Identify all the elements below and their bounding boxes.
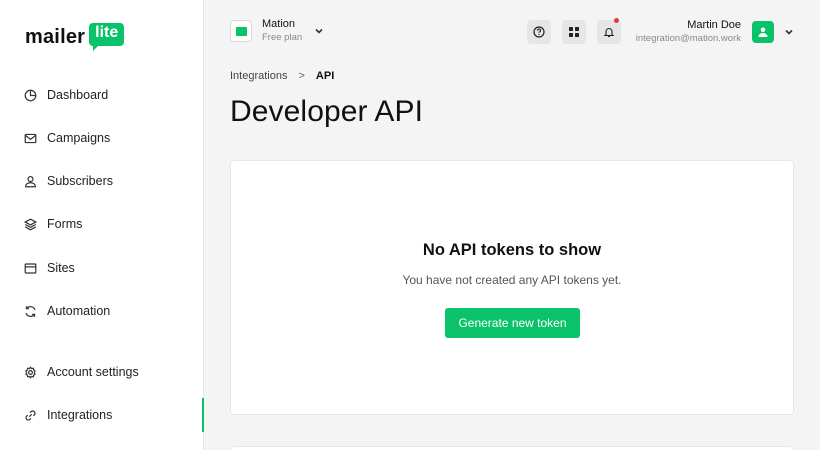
user-email: integration@mation.work bbox=[635, 33, 741, 44]
user-icon bbox=[25, 175, 36, 187]
sidebar-item-label: Forms bbox=[47, 217, 83, 231]
bell-icon bbox=[603, 28, 615, 38]
apps-button[interactable] bbox=[562, 20, 586, 44]
link-icon bbox=[25, 409, 36, 421]
logo-badge: lite bbox=[89, 23, 125, 51]
user-name: Martin Doe bbox=[687, 19, 741, 31]
avatar bbox=[752, 21, 774, 43]
help-icon bbox=[533, 26, 545, 38]
logo-text: mailer bbox=[25, 26, 86, 48]
sidebar-item-label: Account settings bbox=[47, 365, 139, 379]
gear-icon bbox=[25, 365, 36, 379]
topbar: Mation Free plan Martin Doe integration@… bbox=[204, 0, 820, 64]
workspace-switcher[interactable]: Mation Free plan bbox=[230, 18, 324, 44]
sidebar-item-campaigns[interactable]: Campaigns bbox=[24, 131, 110, 145]
notifications-button[interactable] bbox=[597, 18, 621, 44]
api-tokens-card: No API tokens to show You have not creat… bbox=[230, 160, 794, 415]
sidebar-item-account-settings[interactable]: Account settings bbox=[24, 365, 139, 379]
sidebar-item-automation[interactable]: Automation bbox=[24, 304, 110, 318]
sidebar-item-label: Automation bbox=[47, 304, 111, 318]
user-avatar-icon bbox=[758, 27, 768, 37]
sidebar-item-label: Campaigns bbox=[47, 131, 111, 145]
sidebar: mailer lite Dashboard Campaigns Subscrib… bbox=[0, 0, 204, 450]
grid-icon bbox=[569, 27, 579, 37]
workspace-plan: Free plan bbox=[262, 32, 303, 43]
dashboard-icon bbox=[24, 89, 37, 101]
mail-icon bbox=[24, 133, 37, 143]
browser-icon bbox=[24, 262, 37, 274]
active-indicator bbox=[202, 398, 204, 432]
chevron-down-icon bbox=[785, 29, 793, 35]
chevron-down-icon bbox=[315, 28, 323, 34]
sidebar-item-integrations[interactable]: Integrations bbox=[24, 408, 112, 422]
sidebar-item-label: Sites bbox=[47, 261, 75, 275]
breadcrumb: Integrations > API bbox=[230, 70, 334, 82]
sidebar-item-label: Dashboard bbox=[47, 88, 109, 102]
breadcrumb-separator: > bbox=[298, 70, 305, 82]
workspace-flag-icon bbox=[230, 20, 252, 42]
breadcrumb-integrations[interactable]: Integrations bbox=[230, 70, 287, 82]
workspace-name: Mation bbox=[262, 18, 296, 30]
sidebar-item-label: Integrations bbox=[47, 408, 113, 422]
breadcrumb-current: API bbox=[315, 70, 335, 82]
sidebar-item-subscribers[interactable]: Subscribers bbox=[24, 174, 113, 188]
mailerlite-logo[interactable]: mailer lite bbox=[25, 23, 125, 51]
page-title: Developer API bbox=[230, 95, 424, 128]
sidebar-item-label: Subscribers bbox=[47, 174, 113, 188]
empty-state-description: You have not created any API tokens yet. bbox=[402, 273, 622, 287]
empty-state-title: No API tokens to show bbox=[422, 241, 602, 259]
refresh-icon bbox=[25, 305, 36, 317]
help-button[interactable] bbox=[527, 20, 551, 44]
sidebar-item-dashboard[interactable]: Dashboard bbox=[24, 88, 108, 102]
secondary-card bbox=[230, 446, 794, 450]
layers-icon bbox=[24, 218, 37, 230]
sidebar-item-forms[interactable]: Forms bbox=[24, 217, 82, 231]
user-menu[interactable]: Martin Doe integration@mation.work bbox=[636, 19, 794, 45]
generate-token-button[interactable]: Generate new token bbox=[445, 308, 580, 338]
notification-dot bbox=[614, 18, 619, 23]
sidebar-item-sites[interactable]: Sites bbox=[24, 261, 75, 275]
